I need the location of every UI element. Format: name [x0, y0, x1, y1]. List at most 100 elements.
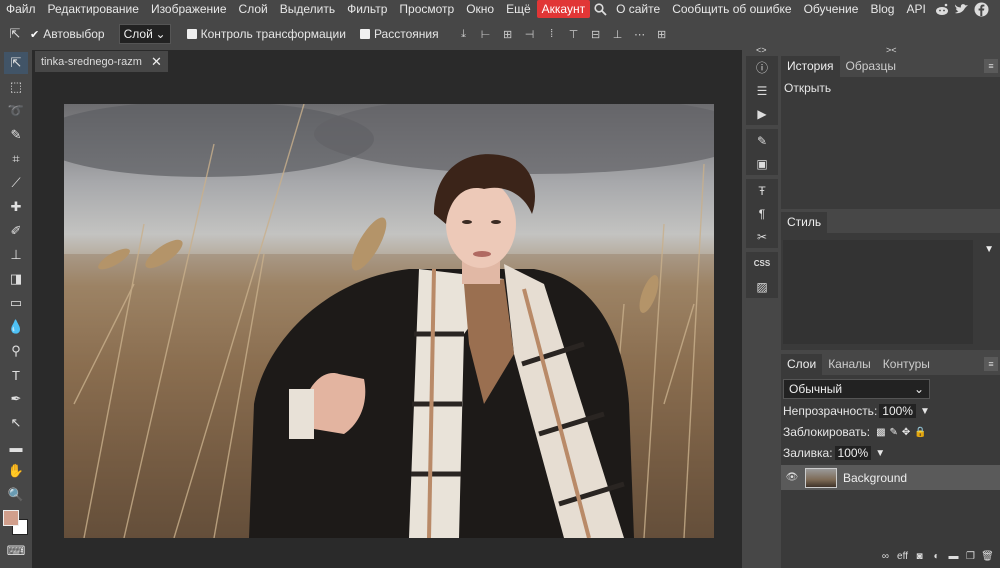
- chevron-down-icon[interactable]: ▼: [920, 406, 930, 417]
- distribute-h-icon[interactable]: ⁞: [541, 23, 563, 45]
- chevron-down-icon[interactable]: ▼: [875, 448, 885, 459]
- autoselect-target-select[interactable]: Слой ⌄: [118, 24, 171, 44]
- menu-layer[interactable]: Слой: [233, 0, 274, 18]
- tab-layers[interactable]: Слои: [781, 354, 823, 375]
- new-layer-icon[interactable]: ❐: [962, 551, 979, 562]
- adjustments-icon[interactable]: ☰: [746, 79, 778, 102]
- grid-icon[interactable]: ⊞: [651, 23, 673, 45]
- css-icon[interactable]: CSS: [746, 252, 778, 275]
- mask-icon[interactable]: ◙: [911, 551, 928, 562]
- photo-illustration: [64, 104, 714, 538]
- autoselect-checkbox[interactable]: ✔ Автовыбор: [30, 27, 105, 41]
- crop-tool-icon[interactable]: ⌗: [4, 148, 28, 170]
- folder-icon[interactable]: ▬: [945, 551, 962, 562]
- menu-view[interactable]: Просмотр: [393, 0, 460, 18]
- brush-settings-icon[interactable]: ✎: [746, 129, 778, 152]
- collapse-right-icon[interactable]: ><: [886, 45, 897, 55]
- trash-icon[interactable]: 🗑: [979, 551, 996, 562]
- facebook-icon[interactable]: [972, 0, 992, 18]
- style-list[interactable]: [783, 240, 973, 344]
- fill-field[interactable]: 100%: [834, 446, 872, 460]
- shape-tool-icon[interactable]: ▬: [4, 436, 28, 458]
- character-icon[interactable]: Ŧ: [746, 179, 778, 202]
- image-icon[interactable]: ▨: [746, 275, 778, 298]
- image-canvas[interactable]: [64, 104, 714, 538]
- panel-menu-icon[interactable]: ≡: [984, 59, 998, 73]
- align-left-icon[interactable]: ⊢: [475, 23, 497, 45]
- zoom-tool-icon[interactable]: 🔍: [4, 484, 28, 506]
- tab-swatches[interactable]: Образцы: [840, 56, 902, 77]
- twitter-icon[interactable]: [952, 0, 972, 18]
- foreground-color-swatch[interactable]: [3, 510, 19, 526]
- distances-checkbox[interactable]: Расстояния: [359, 27, 439, 41]
- download-icon[interactable]: ⤓: [453, 23, 475, 45]
- menu-image[interactable]: Изображение: [145, 0, 233, 18]
- pen-tool-icon[interactable]: ✒: [4, 388, 28, 410]
- reddit-icon[interactable]: [932, 0, 952, 18]
- document-tab[interactable]: tinka-srednego-razm ✕: [35, 51, 168, 72]
- menu-learn[interactable]: Обучение: [798, 0, 865, 18]
- distribute-v-icon[interactable]: ⋯: [629, 23, 651, 45]
- lock-options-icon[interactable]: ▩✎✥🔒: [876, 427, 931, 438]
- dodge-tool-icon[interactable]: ⚲: [4, 340, 28, 362]
- adjustment-layer-icon[interactable]: ◐: [928, 551, 945, 562]
- collapse-mid-icon[interactable]: <>: [756, 45, 767, 55]
- eraser-tool-icon[interactable]: ◨: [4, 268, 28, 290]
- search-icon[interactable]: [590, 0, 610, 18]
- paragraph-icon[interactable]: ¶: [746, 202, 778, 225]
- chevron-down-icon[interactable]: ▼: [984, 244, 994, 255]
- menu-edit[interactable]: Редактирование: [42, 0, 145, 18]
- tab-channels[interactable]: Каналы: [822, 354, 877, 375]
- layer-row[interactable]: 👁 Background: [781, 465, 1000, 490]
- menu-about[interactable]: О сайте: [610, 0, 666, 18]
- menu-filter[interactable]: Фильтр: [341, 0, 393, 18]
- marquee-tool-icon[interactable]: ⬚: [4, 76, 28, 98]
- menu-api[interactable]: API: [900, 0, 931, 18]
- menu-blog[interactable]: Blog: [864, 0, 900, 18]
- link-icon[interactable]: ∞: [877, 551, 894, 562]
- tab-style[interactable]: Стиль: [781, 212, 828, 233]
- effects-icon[interactable]: eff: [894, 551, 911, 562]
- menu-window[interactable]: Окно: [460, 0, 500, 18]
- fill-label: Заливка:: [783, 446, 833, 460]
- type-tool-icon[interactable]: T: [4, 364, 28, 386]
- align-middle-v-icon[interactable]: ⊟: [585, 23, 607, 45]
- brush-tool-icon[interactable]: ✐: [4, 220, 28, 242]
- eye-icon[interactable]: 👁: [781, 472, 803, 483]
- path-select-tool-icon[interactable]: ↖: [4, 412, 28, 434]
- align-bottom-icon[interactable]: ⊥: [607, 23, 629, 45]
- opacity-field[interactable]: 100%: [879, 404, 916, 418]
- menu-file[interactable]: Файл: [0, 0, 42, 18]
- swatches-icon[interactable]: ▣: [746, 152, 778, 175]
- stamp-tool-icon[interactable]: ⊥: [4, 244, 28, 266]
- menu-select[interactable]: Выделить: [274, 0, 341, 18]
- transform-controls-label: Контроль трансформации: [200, 27, 346, 41]
- eyedropper-tool-icon[interactable]: ⟋: [4, 172, 28, 194]
- quick-select-tool-icon[interactable]: ✎: [4, 124, 28, 146]
- info-icon[interactable]: ⓘ: [746, 56, 778, 79]
- autoselect-label: Автовыбор: [43, 27, 105, 41]
- align-right-icon[interactable]: ⊣: [519, 23, 541, 45]
- tab-history[interactable]: История: [781, 56, 840, 77]
- menu-more[interactable]: Ещё: [500, 0, 537, 18]
- hand-tool-icon[interactable]: ✋: [4, 460, 28, 482]
- gradient-tool-icon[interactable]: ▭: [4, 292, 28, 314]
- keyboard-icon[interactable]: ⌨: [4, 540, 28, 562]
- actions-play-icon[interactable]: ▶: [746, 102, 778, 125]
- account-button[interactable]: Аккаунт: [536, 0, 591, 18]
- tools-preset-icon[interactable]: ✂: [746, 225, 778, 248]
- blend-mode-select[interactable]: Обычный ⌄: [783, 379, 930, 399]
- transform-controls-checkbox[interactable]: Контроль трансформации: [186, 27, 346, 41]
- history-entry[interactable]: Открыть: [781, 77, 1000, 99]
- align-top-icon[interactable]: ⊤: [563, 23, 585, 45]
- move-tool-icon[interactable]: ⇱: [4, 52, 28, 74]
- close-icon[interactable]: ✕: [151, 54, 162, 70]
- menu-report-bug[interactable]: Сообщить об ошибке: [666, 0, 797, 18]
- tab-paths[interactable]: Контуры: [877, 354, 936, 375]
- healing-tool-icon[interactable]: ✚: [4, 196, 28, 218]
- align-center-h-icon[interactable]: ⊞: [497, 23, 519, 45]
- panel-menu-icon[interactable]: ≡: [984, 357, 998, 371]
- lasso-tool-icon[interactable]: ➰: [4, 100, 28, 122]
- blur-tool-icon[interactable]: 💧: [4, 316, 28, 338]
- tools-panel: ⇱ ⬚ ➰ ✎ ⌗ ⟋ ✚ ✐ ⊥ ◨ ▭ 💧 ⚲ T ✒ ↖ ▬ ✋ 🔍 ⌨: [0, 50, 32, 568]
